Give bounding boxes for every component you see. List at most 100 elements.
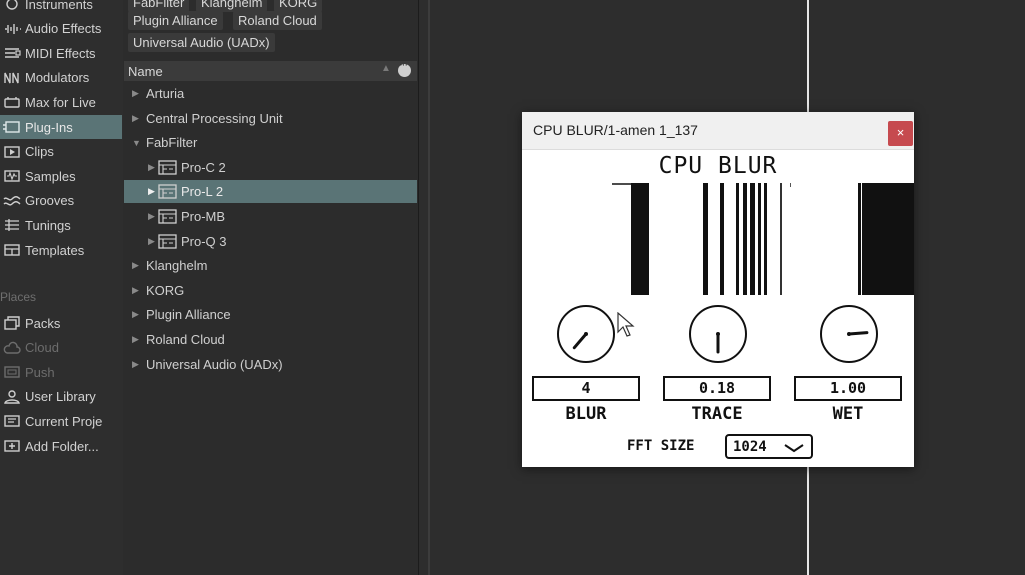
sidebar-item-cloud[interactable]: Cloud — [0, 336, 122, 360]
sidebar-item-max-for-live[interactable]: Max for Live — [0, 90, 122, 114]
sidebar-item-label: Add Folder... — [25, 438, 99, 454]
sidebar-item-midi-effects[interactable]: MIDI Effects — [0, 41, 122, 65]
user-icon — [2, 390, 22, 404]
tag-universal-audio[interactable]: Universal Audio (UADx) — [128, 33, 275, 52]
sidebar-item-current-proje[interactable]: Current Proje — [0, 409, 122, 433]
modulators-icon — [2, 71, 22, 85]
list-column-header[interactable]: Name ▲ — [124, 59, 417, 81]
samples-icon — [2, 169, 22, 183]
sidebar-item-label: Samples — [25, 168, 76, 184]
sidebar-item-label: Modulators — [25, 70, 90, 86]
tag-roland-cloud[interactable]: Roland Cloud — [233, 11, 322, 30]
spectral-visualizer — [612, 183, 914, 295]
sidebar-item-label: Plug-Ins — [25, 119, 73, 135]
sidebar-item-grooves[interactable]: Grooves — [0, 189, 122, 213]
name-column-label: Name — [128, 64, 163, 79]
tag-plugin-alliance[interactable]: Plugin Alliance — [128, 11, 223, 30]
blur-knob[interactable] — [556, 304, 616, 364]
sidebar-item-user-library[interactable]: User Library — [0, 385, 122, 409]
list-item-label: Pro-Q 3 — [181, 233, 227, 249]
collapsed-arrow-icon[interactable]: ▶ — [132, 260, 142, 271]
sidebar-item-label: Templates — [25, 242, 85, 258]
sidebar-item-modulators[interactable]: Modulators — [0, 66, 122, 90]
collapsed-arrow-icon[interactable]: ▶ — [148, 211, 158, 222]
folder-list-item[interactable]: ▶ Universal Audio (UADx) — [124, 353, 417, 376]
window-titlebar[interactable]: CPU BLUR/1-amen 1_137 × — [522, 112, 914, 150]
collapsed-arrow-icon[interactable]: ▶ — [132, 113, 142, 124]
clips-icon — [2, 145, 22, 159]
plugin-window[interactable]: CPU BLUR/1-amen 1_137 × CPU BLUR 4 0.18 … — [522, 112, 914, 467]
plugin-icon — [158, 209, 177, 224]
list-item-label: Pro-L 2 — [181, 184, 224, 200]
plugin-icon — [158, 160, 177, 175]
places-section-title: Places — [0, 290, 37, 304]
sort-arrow-icon[interactable]: ▲ — [381, 63, 391, 74]
category-sidebar: Instruments Audio Effects MIDI Effects Modu… — [0, 0, 124, 575]
close-button[interactable]: × — [888, 121, 913, 146]
wet-knob[interactable] — [819, 304, 879, 364]
sidebar-item-label: Audio Effects — [25, 21, 102, 37]
list-item-label: Universal Audio (UADx) — [146, 356, 283, 372]
blur-label: BLUR — [565, 404, 607, 424]
folder-list-item[interactable]: ▶ Central Processing Unit — [124, 107, 417, 130]
collapsed-arrow-icon[interactable]: ▶ — [132, 88, 142, 99]
packs-icon — [2, 316, 22, 330]
wet-value-field[interactable]: 1.00 — [794, 376, 902, 401]
folder-list-item[interactable]: ▶ Roland Cloud — [124, 328, 417, 351]
plugin-list-item[interactable]: ▶ Pro-Q 3 — [124, 230, 417, 253]
list-item-label: KORG — [146, 282, 185, 298]
trace-value-field[interactable]: 0.18 — [663, 376, 771, 401]
folder-list-item[interactable]: ▶ Plugin Alliance — [124, 303, 417, 326]
list-item-label: Pro-MB — [181, 209, 226, 224]
instruments-icon — [2, 0, 22, 11]
collapsed-arrow-icon[interactable]: ▶ — [132, 359, 142, 370]
sidebar-item-audio-effects[interactable]: Audio Effects — [0, 17, 122, 41]
track-divider — [428, 0, 430, 575]
list-item-label: Klanghelm — [146, 258, 208, 274]
fft-size-dropdown[interactable]: 1024 — [725, 434, 813, 459]
sidebar-item-instruments[interactable]: Instruments — [0, 0, 122, 16]
sidebar-item-label: User Library — [25, 389, 96, 405]
sidebar-item-packs[interactable]: Packs — [0, 311, 122, 335]
templates-icon — [2, 243, 22, 257]
column-options-icon[interactable] — [398, 59, 411, 77]
plugin-list-item[interactable]: ▶ Pro-MB — [124, 205, 417, 228]
folder-list-item[interactable]: ▶ KORG — [124, 279, 417, 302]
list-item-label: Plugin Alliance — [146, 307, 231, 323]
add-folder-icon — [2, 439, 22, 453]
collapsed-arrow-icon[interactable]: ▶ — [148, 236, 158, 247]
expanded-arrow-icon[interactable]: ▼ — [132, 138, 142, 148]
fft-size-value: 1024 — [733, 439, 767, 455]
sidebar-item-tunings[interactable]: Tunings — [0, 213, 122, 237]
sidebar-item-push[interactable]: Push — [0, 360, 122, 384]
collapsed-arrow-icon[interactable]: ▶ — [148, 162, 158, 173]
collapsed-arrow-icon[interactable]: ▶ — [148, 186, 158, 197]
trace-label: TRACE — [691, 404, 743, 424]
collapsed-arrow-icon[interactable]: ▶ — [132, 285, 142, 296]
mouse-cursor-icon — [617, 312, 635, 337]
sidebar-item-label: Packs — [25, 315, 61, 331]
max-for-live-icon — [2, 95, 22, 109]
folder-list-item[interactable]: ▼ FabFilter — [124, 131, 417, 154]
sidebar-item-add-folder[interactable]: Add Folder... — [0, 434, 122, 458]
midi-effects-icon — [2, 46, 22, 60]
collapsed-arrow-icon[interactable]: ▶ — [132, 309, 142, 320]
list-item-label: FabFilter — [146, 135, 198, 151]
list-item-label: Central Processing Unit — [146, 110, 283, 126]
collapsed-arrow-icon[interactable]: ▶ — [132, 334, 142, 345]
sidebar-item-templates[interactable]: Templates — [0, 238, 122, 262]
chevron-down-icon — [784, 444, 804, 453]
plugin-list-item[interactable]: ▶ Pro-C 2 — [124, 156, 417, 179]
blur-value-field[interactable]: 4 — [532, 376, 640, 401]
sidebar-item-samples[interactable]: Samples — [0, 164, 122, 188]
grooves-icon — [2, 194, 22, 208]
window-title: CPU BLUR/1-amen 1_137 — [533, 122, 698, 138]
folder-list-item[interactable]: ▶ Klanghelm — [124, 254, 417, 277]
sidebar-item-plug-ins[interactable]: Plug-Ins — [0, 115, 122, 139]
fft-size-label: FFT SIZE — [627, 438, 695, 454]
folder-list-item[interactable]: ▶ Arturia — [124, 82, 417, 105]
plugin-icon — [158, 233, 177, 249]
trace-knob[interactable] — [688, 304, 748, 364]
sidebar-item-clips[interactable]: Clips — [0, 140, 122, 164]
plugin-list-item[interactable]: ▶ Pro-L 2 — [124, 180, 417, 204]
